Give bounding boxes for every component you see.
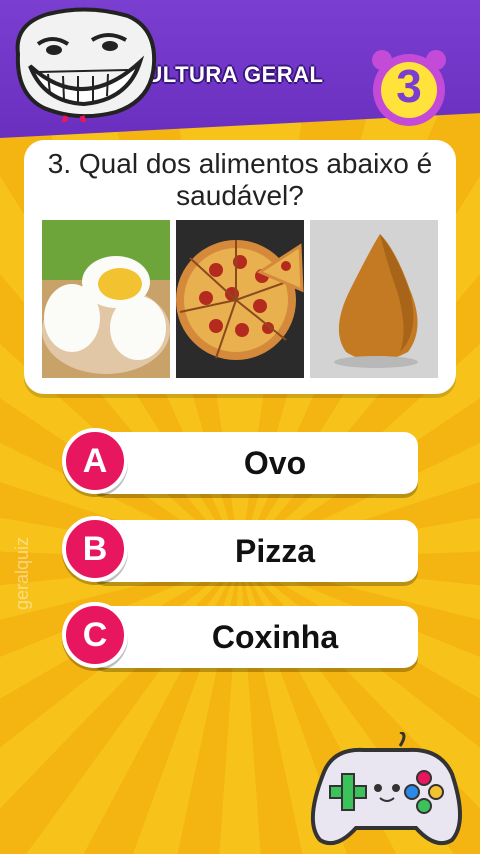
answer-option-a[interactable]: A Ovo [62,428,418,494]
question-counter: 3 [396,60,422,112]
answer-option-b[interactable]: B Pizza [62,516,418,582]
pepperoni-pizza-image [176,220,304,378]
answer-label: Ovo [243,445,307,481]
quiz-title: CULTURA GERAL [130,62,324,87]
boiled-eggs-image [42,220,170,378]
answer-label: Coxinha [211,619,339,655]
answer-letter-badge: B [62,516,128,582]
troll-face-icon [15,7,157,122]
question-text: 3. Qual dos alimentos abaixo é saudável? [47,148,433,211]
answer-letter-badge: A [62,428,128,494]
gamepad-icon [310,732,462,845]
answer-label: Pizza [234,533,316,569]
answer-option-c[interactable]: C Coxinha [62,602,418,668]
coxinha-image [310,220,438,378]
answer-letter-badge: C [62,602,128,668]
watermark: geralquiz [12,536,32,610]
